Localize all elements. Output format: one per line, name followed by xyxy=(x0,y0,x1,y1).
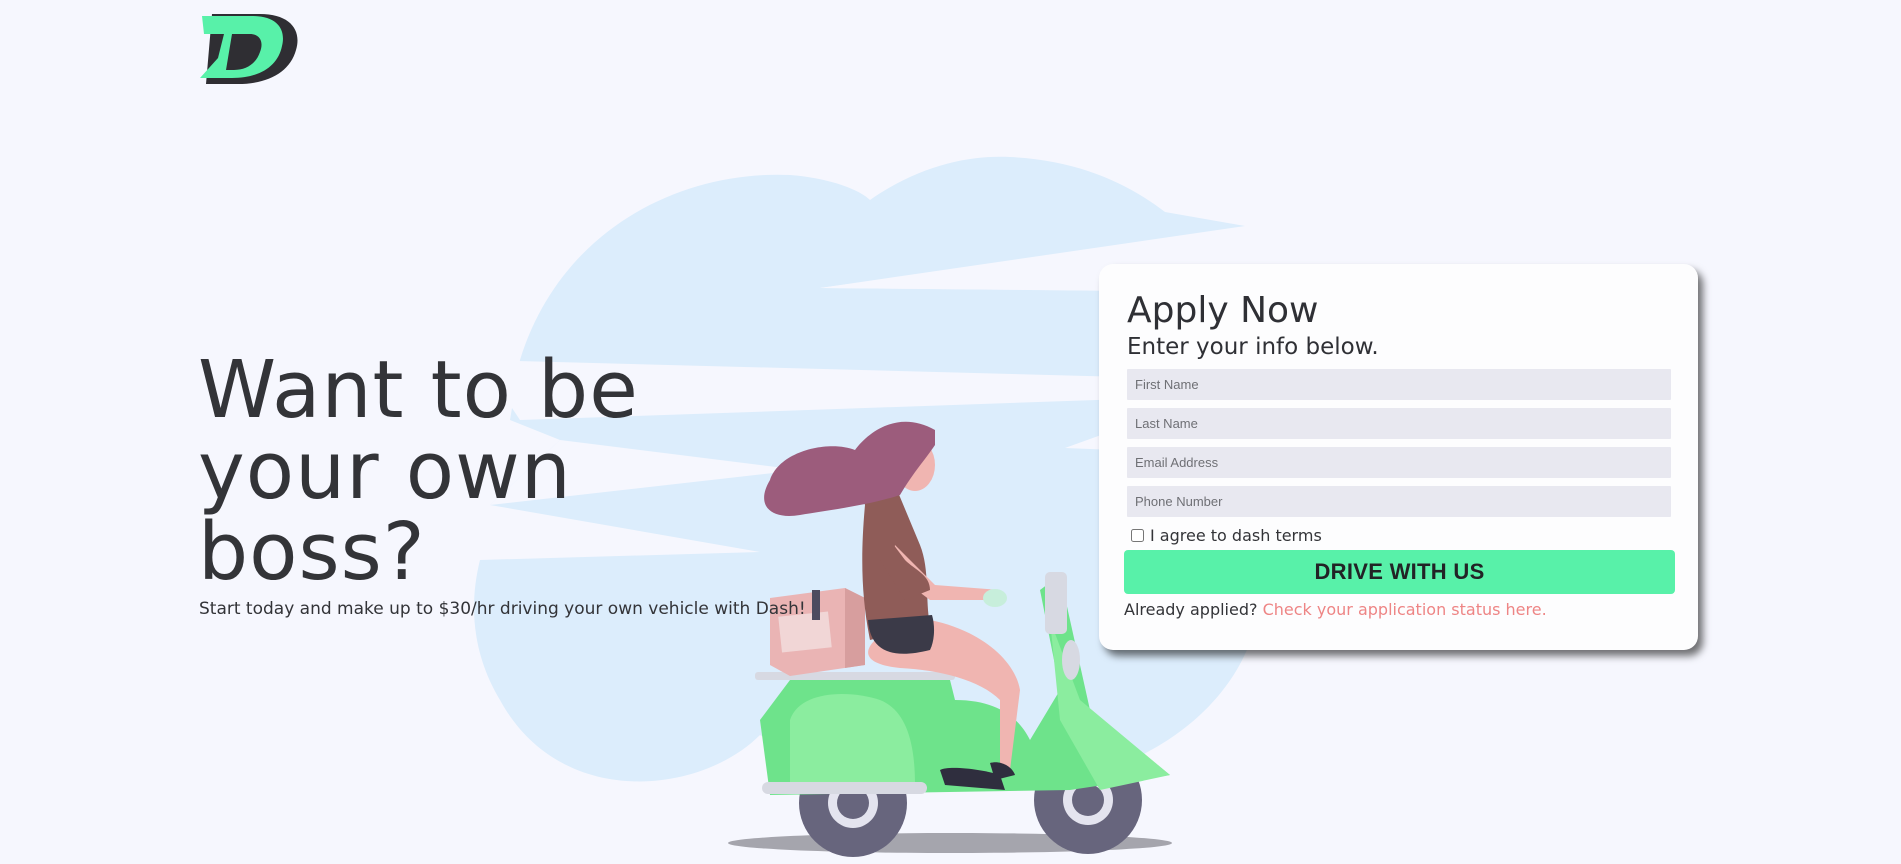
email-input[interactable] xyxy=(1127,447,1671,478)
page: Want to be your own boss? Start today an… xyxy=(0,0,1901,864)
phone-input[interactable] xyxy=(1127,486,1671,517)
terms-label: I agree to dash terms xyxy=(1150,526,1322,545)
hero-subtext: Start today and make up to $30/hr drivin… xyxy=(199,599,806,619)
check-status-link[interactable]: Check your application status here. xyxy=(1263,600,1547,619)
terms-checkbox[interactable] xyxy=(1131,529,1144,542)
already-applied-text: Already applied? xyxy=(1124,600,1258,619)
drive-with-us-button[interactable]: DRIVE WITH US xyxy=(1124,550,1675,594)
already-applied-row: Already applied? Check your application … xyxy=(1124,600,1547,619)
apply-title: Apply Now xyxy=(1127,290,1319,331)
apply-card: Apply Now Enter your info below. I agree… xyxy=(1099,264,1698,650)
last-name-input[interactable] xyxy=(1127,408,1671,439)
terms-row[interactable]: I agree to dash terms xyxy=(1131,526,1322,545)
hero-heading: Want to be your own boss? xyxy=(198,344,639,598)
dash-logo-icon[interactable] xyxy=(198,12,302,86)
first-name-input[interactable] xyxy=(1127,369,1671,400)
apply-subtitle: Enter your info below. xyxy=(1127,334,1379,360)
